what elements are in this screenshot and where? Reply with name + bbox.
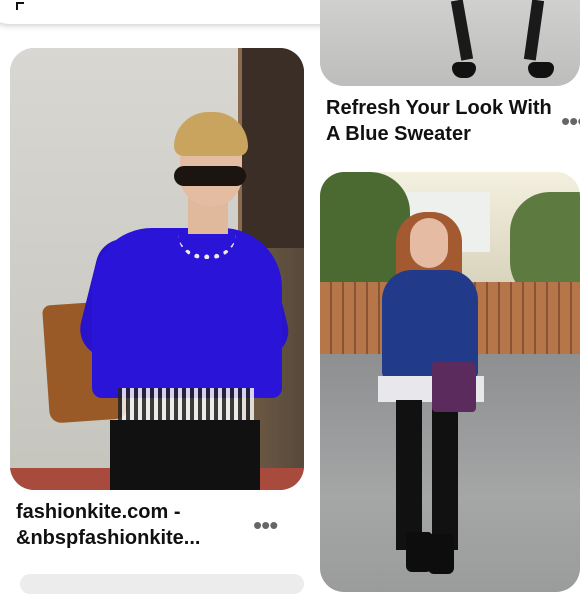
pin-title[interactable]: fashionkite.com - &nbspfashionkite...: [16, 499, 256, 551]
leg: [396, 400, 422, 550]
purple-clutch: [432, 362, 476, 412]
face: [410, 218, 448, 268]
pin-image-fence-outfit[interactable]: [320, 172, 580, 592]
black-pants: [110, 420, 260, 490]
more-options-icon[interactable]: •••: [253, 512, 278, 538]
window: [238, 48, 304, 248]
black-heel: [528, 62, 554, 78]
next-pin-edge[interactable]: [20, 574, 304, 594]
more-options-icon[interactable]: •••: [561, 108, 580, 134]
pin-image-heels[interactable]: [320, 0, 580, 86]
sunglasses: [174, 166, 246, 186]
leg: [432, 400, 458, 550]
black-heel: [452, 62, 476, 78]
black-boot: [428, 534, 454, 574]
pin-image-blue-sweater[interactable]: [10, 48, 304, 490]
back-icon[interactable]: [16, 2, 24, 10]
pin-title[interactable]: Refresh Your Look With A Blue Sweater: [326, 95, 556, 147]
